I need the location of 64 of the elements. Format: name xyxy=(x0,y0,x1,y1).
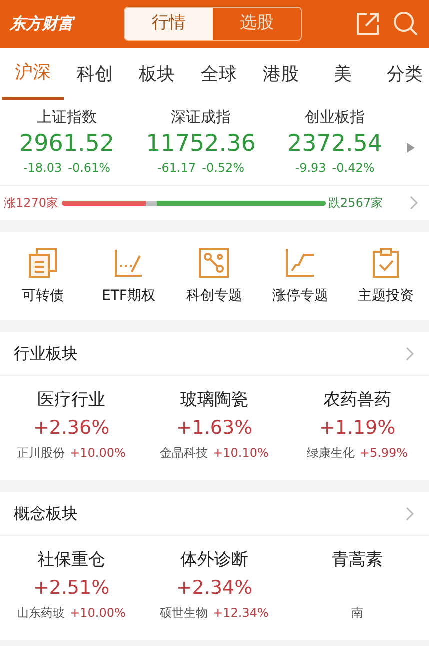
sector-name: 体外诊断 xyxy=(180,549,248,572)
stock-percent: +10.10% xyxy=(213,444,269,462)
sector-name: 玻璃陶瓷 xyxy=(180,389,248,412)
index-percent: -0.61% xyxy=(68,160,111,176)
index-name: 创业板指 xyxy=(305,107,365,128)
leading-stock: 金晶科技 xyxy=(160,444,208,462)
shortcut-button[interactable]: 主题投资 xyxy=(343,246,429,306)
search-icon[interactable] xyxy=(393,11,419,37)
market-tab[interactable]: 全球 xyxy=(188,48,250,100)
market-tab[interactable]: 分类 xyxy=(374,48,429,100)
shortcut-button[interactable]: 科创专题 xyxy=(172,246,258,306)
sector-card[interactable]: 玻璃陶瓷 +1.63% 金晶科技 +10.10% xyxy=(143,388,286,480)
section-title: 行业板块 xyxy=(14,342,78,364)
sector-name: 社保重仓 xyxy=(38,549,106,572)
sector-card[interactable]: 社保重仓 +2.51% 山东药玻 +10.00% xyxy=(0,548,143,640)
sector-card[interactable]: 医疗行业 +2.36% 正川股份 +10.00% xyxy=(0,388,143,480)
leading-stock: 山东药玻 xyxy=(17,604,66,622)
sector-card[interactable]: 体外诊断 +2.34% 硕世生物 +12.34% xyxy=(143,548,286,640)
leading-stock: 硕世生物 xyxy=(160,604,208,622)
share-icon[interactable] xyxy=(355,11,381,37)
sector-name: 农药兽药 xyxy=(324,389,392,412)
stock-percent: +5.99% xyxy=(360,444,408,462)
index-percent: -0.52% xyxy=(202,160,245,176)
sector-percent: +2.36% xyxy=(33,416,110,440)
chevron-right-icon[interactable] xyxy=(405,506,415,522)
section-title: 概念板块 xyxy=(14,502,78,524)
stock-percent: +10.00% xyxy=(70,604,126,622)
up-count: 涨1270家 xyxy=(4,195,59,212)
market-tab[interactable]: 港股 xyxy=(250,48,312,100)
index-change: -61.17 xyxy=(157,160,196,176)
index-value: 11752.36 xyxy=(146,130,256,158)
leading-stock: 绿康生化 xyxy=(306,444,355,462)
index-percent: -0.42% xyxy=(332,160,375,176)
sector-percent: +2.51% xyxy=(33,576,110,600)
market-tab[interactable]: 板块 xyxy=(126,48,188,100)
market-tab[interactable]: 美 xyxy=(312,48,374,100)
segment-tab[interactable]: 行情 xyxy=(125,8,213,40)
stock-percent: +10.00% xyxy=(70,444,126,462)
leading-stock: 正川股份 xyxy=(17,444,66,462)
index-name: 上证指数 xyxy=(37,107,97,128)
index-name: 深证成指 xyxy=(171,107,231,128)
index-value: 2372.54 xyxy=(287,130,383,158)
sector-card[interactable]: 农药兽药 +1.19% 绿康生化 +5.99% xyxy=(286,388,429,480)
sector-percent: +1.19% xyxy=(319,416,396,440)
sector-name: 青蒿素 xyxy=(332,549,383,572)
play-icon[interactable] xyxy=(406,142,416,154)
shortcut-button[interactable]: 可转债 xyxy=(0,246,86,306)
chevron-right-icon[interactable] xyxy=(409,195,419,211)
index-change: -9.93 xyxy=(295,160,326,176)
index-value: 2961.52 xyxy=(19,130,115,158)
down-count: 跌2567家 xyxy=(328,195,384,212)
nodes-icon xyxy=(197,246,232,280)
sector-name: 医疗行业 xyxy=(38,389,106,412)
stock-percent: +12.34% xyxy=(213,604,269,622)
app-logo: 东方财富 xyxy=(10,13,76,35)
sector-card[interactable]: 青蒿素 南 xyxy=(286,548,429,640)
sector-percent: +1.63% xyxy=(176,416,253,440)
leading-stock: 南 xyxy=(352,604,364,622)
sector-percent: +2.34% xyxy=(176,576,253,600)
chevron-right-icon[interactable] xyxy=(405,346,415,362)
market-tab[interactable]: 科创 xyxy=(64,48,126,100)
index-change: -18.03 xyxy=(23,160,62,176)
shortcut-button[interactable]: ETF期权 xyxy=(86,246,172,306)
shortcut-button[interactable]: 涨停专题 xyxy=(257,246,344,306)
